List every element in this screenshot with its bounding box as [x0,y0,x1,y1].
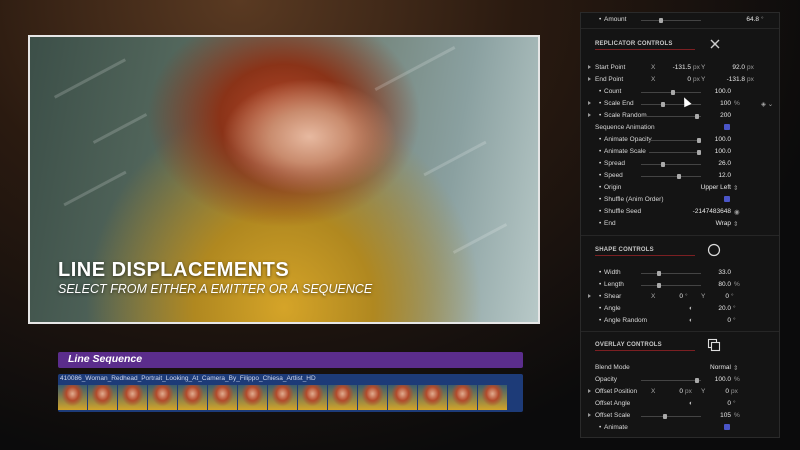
disclosure-triangle-icon[interactable] [588,389,591,393]
disclosure-triangle-icon[interactable] [588,101,591,105]
blend-mode-popup[interactable]: Normal [681,364,731,371]
thumbnail [268,385,297,410]
replicator-icon [710,39,720,49]
start-point-x[interactable]: -131.5 [659,64,691,71]
amount-row[interactable]: • Amount 64.8 ° [581,15,779,26]
circle-shape-icon [707,243,721,257]
animate-checkbox[interactable] [724,424,730,430]
scale-end-value[interactable]: 100 [691,100,731,107]
amount-label: Amount [604,16,627,23]
thumbnail [358,385,387,410]
slider-knob[interactable] [677,174,681,179]
disclosure-triangle-icon[interactable] [588,113,591,117]
origin-row[interactable]: • Origin Upper Left ⇕ [581,183,779,194]
scale-random-row[interactable]: • Scale Random 200 [581,111,779,122]
shape-controls-header: SHAPE CONTROLS [595,247,654,253]
thumbnail [448,385,477,410]
count-row[interactable]: • Count 100.0 [581,87,779,98]
angle-dial-icon[interactable]: ◐ [689,305,693,312]
sequence-bar[interactable]: Line Sequence [58,352,523,368]
thumbnail [328,385,357,410]
amount-slider[interactable] [641,18,701,23]
disclosure-triangle-icon[interactable] [588,294,591,298]
keyframe-diamond-icon[interactable]: ◈ ⌄ [761,100,773,108]
angle-row[interactable]: • Angle ◐ 20.0 ° [581,304,779,315]
disclosure-triangle-icon[interactable] [588,77,591,81]
thumbnail [88,385,117,410]
angle-dial-icon[interactable]: ◐ [689,317,693,324]
clip-thumbnails [58,385,508,410]
thumbnail [58,385,87,410]
canvas-viewer[interactable]: LINE DISPLACEMENTS SELECT FROM EITHER A … [28,35,540,324]
blend-mode-row[interactable]: Blend Mode Normal ⇕ [581,363,779,374]
slider-knob[interactable] [657,283,661,288]
scale-random-value[interactable]: 200 [691,112,731,119]
replicator-controls-header: REPLICATOR CONTROLS [595,41,673,47]
amount-value[interactable]: 64.8 [709,16,759,23]
popup-arrows-icon[interactable]: ⇕ [733,364,738,372]
video-title: LINE DISPLACEMENTS [58,259,290,281]
spread-row[interactable]: • Spread 26.0 [581,159,779,170]
disclosure-triangle-icon[interactable] [588,65,591,69]
overlay-copy-icon [707,338,721,352]
animate-scale-row[interactable]: • Animate Scale 100.0 [581,147,779,158]
eye-icon[interactable]: ◉ [734,208,740,216]
slider-knob[interactable] [659,18,663,23]
offset-angle-row[interactable]: Offset Angle ◐ 0 ° [581,399,779,410]
end-row[interactable]: • End Wrap ⇕ [581,219,779,230]
end-point-x[interactable]: 0 [659,76,691,83]
popup-arrows-icon[interactable]: ⇕ [733,184,738,192]
overlay-controls-header: OVERLAY CONTROLS [595,342,662,348]
thumbnail [418,385,447,410]
count-value[interactable]: 100.0 [691,88,731,95]
slider-knob[interactable] [663,414,667,419]
speed-row[interactable]: • Speed 12.0 [581,171,779,182]
shuffle-seed-row[interactable]: • Shuffle Seed -2147483648 ◉ [581,207,779,218]
thumbnail [208,385,237,410]
sequence-label: Line Sequence [68,353,143,365]
end-point-row[interactable]: End Point X 0 px Y -131.8 px [581,75,779,86]
end-popup[interactable]: Wrap [681,220,731,227]
start-point-row[interactable]: Start Point X -131.5 px Y 92.0 px [581,63,779,74]
animate-opacity-row[interactable]: • Animate Opacity 100.0 [581,135,779,146]
thumbnail [388,385,417,410]
thumbnail [118,385,147,410]
sequence-animation-row[interactable]: Sequence Animation [581,123,779,134]
slider-knob[interactable] [661,162,665,167]
slider-knob[interactable] [657,271,661,276]
end-point-y[interactable]: -131.8 [709,76,745,83]
animate-row[interactable]: • Animate [581,423,779,434]
thumbnail [148,385,177,410]
offset-scale-row[interactable]: Offset Scale 105 % [581,411,779,422]
opacity-row[interactable]: Opacity 100.0 % [581,375,779,386]
thumbnail [178,385,207,410]
thumbnail [238,385,267,410]
shear-row[interactable]: • Shear X 0 ° Y 0 ° [581,292,779,303]
popup-arrows-icon[interactable]: ⇕ [733,220,738,228]
shuffle-seed-value[interactable]: -2147483648 [681,208,731,215]
start-point-y[interactable]: 92.0 [709,64,745,71]
clip-name: 410086_Woman_Redhead_Portrait_Looking_At… [60,375,316,382]
angle-dial-icon[interactable]: ◐ [689,400,693,407]
shuffle-anim-order-row[interactable]: • Shuffle (Anim Order) [581,195,779,206]
origin-popup[interactable]: Upper Left [681,184,731,191]
slider-knob[interactable] [661,102,665,107]
thumbnail [298,385,327,410]
angle-random-row[interactable]: • Angle Random ◐ 0 ° [581,316,779,327]
sequence-animation-checkbox[interactable] [724,124,730,130]
inspector-panel: • Amount 64.8 ° REPLICATOR CONTROLS Star… [580,12,780,438]
scale-end-row[interactable]: • Scale End 100 % ◈ ⌄ [581,99,779,110]
disclosure-triangle-icon[interactable] [588,413,591,417]
slider-knob[interactable] [671,90,675,95]
width-row[interactable]: • Width 33.0 [581,268,779,279]
shuffle-anim-order-checkbox[interactable] [724,196,730,202]
thumbnail [478,385,507,410]
length-row[interactable]: • Length 80.0 % [581,280,779,291]
clip-track[interactable]: 410086_Woman_Redhead_Portrait_Looking_At… [58,374,523,412]
offset-position-row[interactable]: Offset Position X 0 px Y 0 px [581,387,779,398]
video-subtitle: SELECT FROM EITHER A EMITTER OR A SEQUEN… [58,282,373,296]
